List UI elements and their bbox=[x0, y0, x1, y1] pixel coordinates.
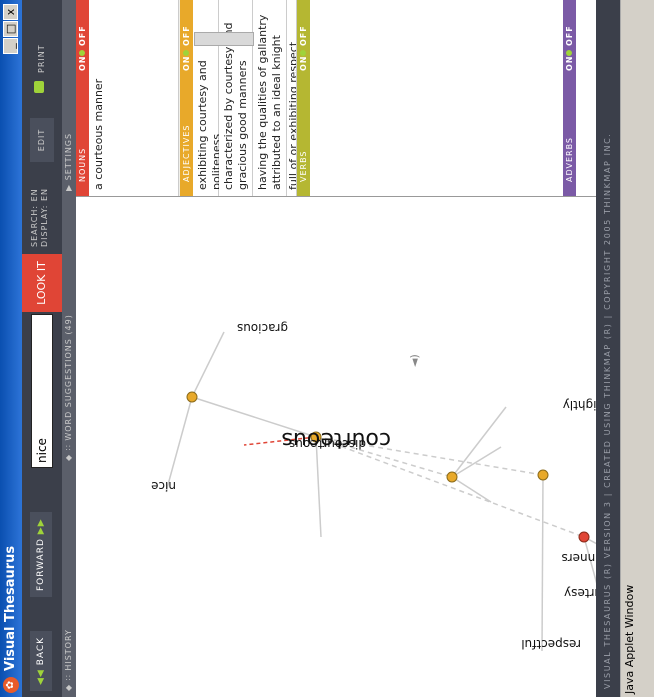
noun-definition[interactable]: a courteous manner bbox=[89, 0, 179, 196]
status-bar: Java Applet Window bbox=[620, 0, 654, 697]
verbs-off-toggle[interactable]: OFF bbox=[297, 25, 310, 46]
forward-arrow-icon: ▶▶ bbox=[36, 518, 46, 535]
definitions-panel: NOUNS ON OFF a courteous manner ADJECTIV… bbox=[76, 0, 596, 197]
link-gracious bbox=[191, 331, 225, 398]
adjectives-label: ADJECTIVES bbox=[182, 124, 191, 182]
adverbs-area bbox=[576, 0, 596, 196]
forward-button[interactable]: FORWARD ▶▶ bbox=[30, 512, 52, 597]
adjectives-off-toggle[interactable]: OFF bbox=[180, 25, 193, 46]
node-adjective-nice[interactable] bbox=[186, 391, 198, 403]
print-button[interactable]: PRINT bbox=[30, 44, 54, 73]
back-label: BACK bbox=[36, 636, 46, 666]
word-suggestions-label: WORD SUGGESTIONS (49) bbox=[64, 314, 73, 441]
word-map[interactable]: courteous ◄) nice gracious discourteous … bbox=[76, 197, 654, 697]
link-gallant bbox=[451, 446, 502, 478]
adjective-definition-2[interactable]: characterized by courtesy and gracious g… bbox=[219, 0, 253, 196]
toolbar: ◀◀ BACK FORWARD ▶▶ nice LOOK IT UP SEARC… bbox=[22, 0, 88, 697]
link-chivalrous bbox=[451, 476, 492, 503]
word-nice[interactable]: nice bbox=[151, 479, 176, 493]
link-knightly bbox=[451, 406, 507, 478]
language-settings[interactable]: SEARCH: EN DISPLAY: EN bbox=[30, 177, 50, 247]
node-adjective-respectful[interactable] bbox=[537, 469, 549, 481]
history-icon: ◆ ∷ bbox=[64, 670, 73, 691]
adverbs-on-dot-icon bbox=[566, 50, 572, 56]
verbs-on-dot-icon bbox=[300, 50, 306, 56]
verbs-on-toggle[interactable]: ON bbox=[297, 56, 310, 72]
adjective-definition-1[interactable]: exhibiting courtesy and politeness bbox=[193, 0, 223, 196]
link-courteous-manners-node bbox=[315, 436, 585, 538]
title-bar: ✿ Visual Thesaurus _ □ x bbox=[0, 0, 22, 697]
node-noun-manners[interactable] bbox=[578, 531, 590, 543]
history-label: HISTORY bbox=[64, 629, 73, 671]
display-language: DISPLAY: EN bbox=[40, 187, 49, 247]
search-language: SEARCH: EN bbox=[30, 188, 39, 247]
word-respectful[interactable]: respectful bbox=[521, 637, 581, 651]
search-input[interactable]: nice bbox=[31, 314, 53, 468]
copyright-footer: VISUAL THESAURUS (R) VERSION 3 | CREATED… bbox=[596, 0, 620, 697]
status-text: Java Applet Window bbox=[623, 584, 636, 694]
printer-icon[interactable] bbox=[34, 81, 44, 93]
adverbs-header[interactable]: ADVERBS ON OFF bbox=[563, 0, 576, 196]
window-title: Visual Thesaurus bbox=[3, 545, 18, 671]
edit-button[interactable]: EDIT bbox=[30, 118, 54, 162]
back-button[interactable]: ◀◀ BACK bbox=[30, 630, 52, 691]
node-adjective-knightly[interactable] bbox=[446, 471, 458, 483]
adjective-definition-3[interactable]: having the qualities of gallantry attrib… bbox=[253, 0, 287, 196]
nouns-off-toggle[interactable]: OFF bbox=[76, 25, 89, 46]
adjectives-on-toggle[interactable]: ON bbox=[180, 56, 193, 72]
word-gracious[interactable]: gracious bbox=[237, 321, 288, 335]
nouns-on-toggle[interactable]: ON bbox=[76, 56, 89, 72]
word-discourteous[interactable]: discourteous bbox=[289, 437, 366, 451]
settings-bar[interactable]: ▶ SETTINGS bbox=[62, 0, 76, 197]
adjectives-header[interactable]: ADJECTIVES ON OFF bbox=[180, 0, 193, 196]
word-suggestions-bar[interactable]: ◆ ∷ WORD SUGGESTIONS (49) bbox=[62, 197, 76, 467]
settings-label: SETTINGS bbox=[64, 132, 73, 181]
adverbs-on-toggle[interactable]: ON bbox=[563, 56, 576, 72]
link-respectful bbox=[541, 474, 544, 652]
history-bar[interactable]: ◆ ∷ HISTORY bbox=[62, 467, 76, 697]
minimize-button[interactable]: _ bbox=[3, 38, 18, 54]
link-courteous-center bbox=[315, 436, 322, 538]
verbs-area bbox=[310, 0, 563, 196]
app-window: ✿ Visual Thesaurus _ □ x ◀◀ BACK FORWARD… bbox=[0, 0, 654, 697]
back-arrow-icon: ◀◀ bbox=[36, 669, 46, 685]
adverbs-off-toggle[interactable]: OFF bbox=[563, 25, 576, 46]
speaker-icon[interactable]: ◄) bbox=[408, 354, 421, 367]
nouns-label: NOUNS bbox=[78, 147, 87, 182]
maximize-button[interactable]: □ bbox=[3, 21, 18, 37]
verbs-header[interactable]: VERBS ON OFF bbox=[297, 0, 310, 196]
link-nice bbox=[165, 396, 193, 493]
adverbs-label: ADVERBS bbox=[565, 136, 574, 182]
settings-arrow-icon: ▶ bbox=[64, 180, 73, 191]
look-it-up-button[interactable]: LOOK IT UP bbox=[22, 254, 88, 312]
adjectives-on-dot-icon bbox=[183, 50, 189, 56]
nouns-header[interactable]: NOUNS ON OFF bbox=[76, 0, 89, 196]
app-logo-icon: ✿ bbox=[3, 677, 19, 693]
definitions-scrollbar[interactable] bbox=[194, 32, 254, 46]
verbs-label: VERBS bbox=[299, 150, 308, 182]
suggestions-icon: ◆ ∷ bbox=[64, 440, 73, 461]
nouns-on-dot-icon bbox=[79, 50, 85, 56]
close-button[interactable]: x bbox=[3, 4, 18, 20]
forward-label: FORWARD bbox=[36, 538, 46, 591]
adjective-definition-4[interactable]: full of or exhibiting respect bbox=[287, 0, 297, 196]
